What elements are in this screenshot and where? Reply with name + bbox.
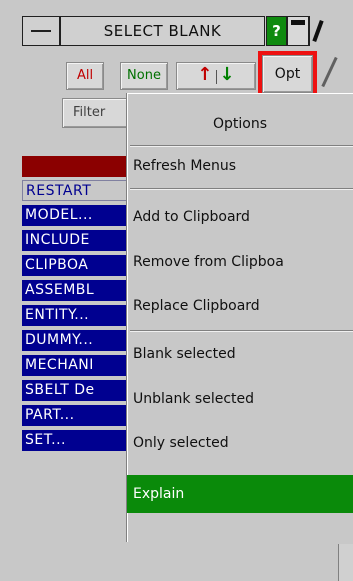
close-button[interactable]	[309, 16, 353, 46]
menu-title: Options	[212, 116, 268, 132]
resize-handle[interactable]	[321, 56, 338, 88]
menu-item-remove-from-clipboard[interactable]: Remove from Clipboa	[127, 246, 353, 278]
window-menu-button[interactable]	[22, 16, 60, 46]
menu-divider	[130, 330, 353, 332]
select-none-button[interactable]: None	[120, 62, 168, 90]
menu-item-only-selected[interactable]: Only selected	[127, 427, 353, 459]
menu-item-refresh-menus[interactable]: Refresh Menus	[127, 150, 353, 182]
sort-down-icon: ↓	[219, 64, 235, 85]
divider	[215, 69, 217, 84]
help-button[interactable]: ?	[266, 16, 287, 46]
filter-button[interactable]: Filter	[62, 98, 136, 128]
menu-divider	[130, 188, 353, 190]
menu-item-add-to-clipboard[interactable]: Add to Clipboard	[127, 201, 353, 233]
sort-button[interactable]: ↑ ↓	[176, 62, 256, 90]
window-title: SELECT BLANK	[60, 16, 265, 46]
options-button[interactable]: Opt	[262, 55, 313, 93]
menu-divider	[130, 145, 353, 147]
scrollbar[interactable]	[338, 544, 353, 581]
sort-up-icon: ↑	[197, 64, 213, 85]
menu-item-unblank-selected[interactable]: Unblank selected	[127, 383, 353, 415]
menu-item-blank-selected[interactable]: Blank selected	[127, 338, 353, 370]
menu-item-replace-clipboard[interactable]: Replace Clipboard	[127, 290, 353, 322]
menu-item-explain[interactable]: Explain	[127, 475, 353, 513]
select-all-button[interactable]: All	[66, 62, 104, 90]
minimize-button[interactable]	[287, 16, 309, 46]
